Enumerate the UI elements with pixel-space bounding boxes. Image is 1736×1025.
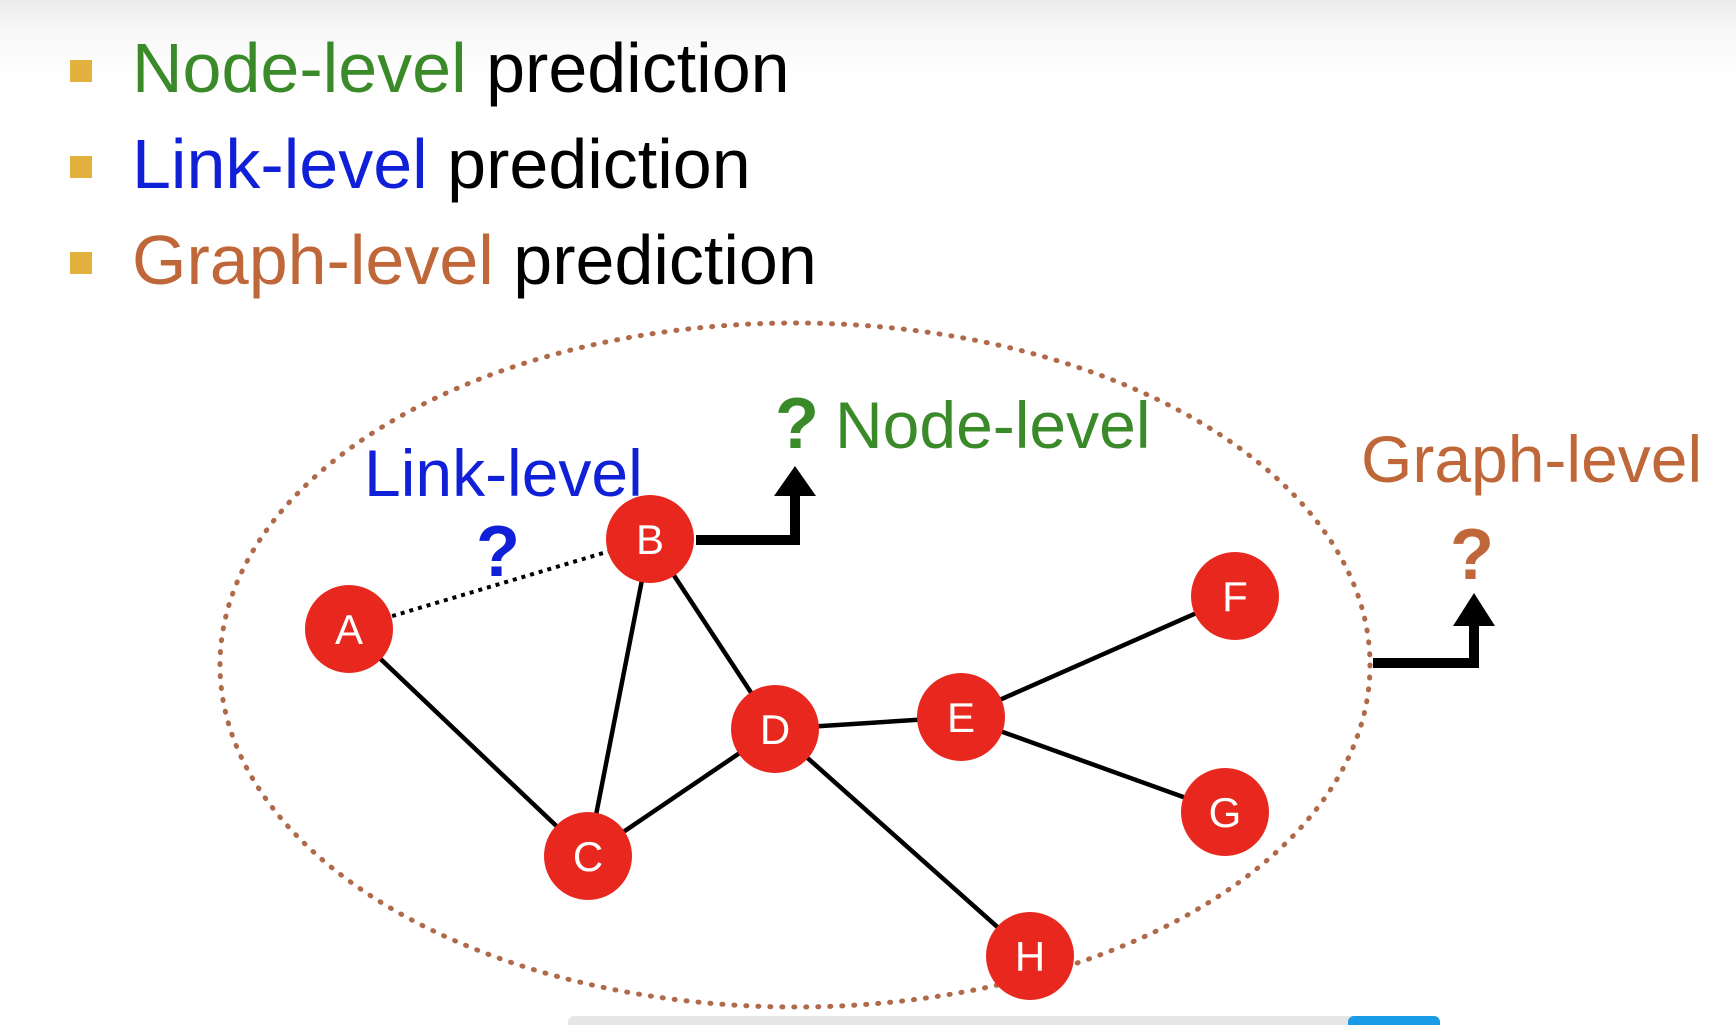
nodes-layer: A B C D E F G H [305, 495, 1279, 1000]
node-label: H [1015, 933, 1045, 980]
node-D: D [731, 685, 819, 773]
edge-B-C [585, 538, 653, 857]
graph-diagram: A B C D E F G H Link-level ? ? Node-level Graph… [217, 320, 1702, 1010]
node-label: D [760, 706, 790, 753]
player-progress-accent [1348, 1016, 1440, 1025]
graph-level-label: Graph-level [1361, 422, 1702, 496]
node-E: E [917, 673, 1005, 761]
edge-D-H [773, 727, 1032, 958]
edge-E-F [960, 593, 1236, 720]
node-C: C [544, 812, 632, 900]
node-H: H [986, 912, 1074, 1000]
slide: Node-level prediction Link-level predict… [0, 0, 1736, 1025]
graph-level-arrow-icon [1373, 593, 1495, 668]
node-label: G [1209, 789, 1242, 836]
node-label: A [335, 606, 363, 653]
node-level-question-mark: ? [775, 384, 819, 464]
link-level-label: Link-level [364, 436, 643, 510]
node-label: E [947, 694, 975, 741]
link-level-question-mark: ? [476, 512, 520, 592]
graph-level-question-mark: ? [1450, 515, 1494, 595]
player-progress-track [568, 1016, 1440, 1025]
node-label: F [1222, 573, 1248, 620]
node-F: F [1191, 552, 1279, 640]
node-label: C [573, 833, 603, 880]
node-A: A [305, 585, 393, 673]
edge-A-C [347, 627, 590, 858]
node-level-label: Node-level [835, 388, 1151, 462]
node-label: B [636, 516, 664, 563]
node-G: G [1181, 768, 1269, 856]
node-level-arrow-icon [696, 466, 816, 545]
